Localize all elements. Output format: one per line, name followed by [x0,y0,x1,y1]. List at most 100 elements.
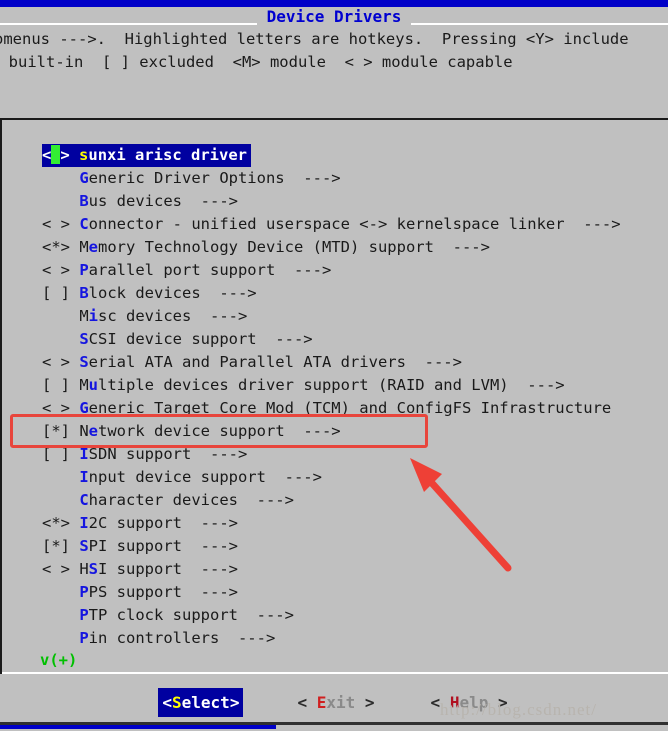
exit-button-label: xit [326,692,356,712]
help-button[interactable]: < Help > [429,689,510,716]
menu-item[interactable]: PTP clock support ---> [42,604,668,627]
menu-item[interactable]: [ ] ISDN support ---> [42,443,668,466]
menu-item-hotkey: I [79,468,89,486]
menu-item[interactable]: SCSI device support ---> [42,328,668,351]
menu-item-marker: [ ] [42,376,80,394]
menu-item-hotkey: G [79,169,89,187]
menu-item[interactable]: Pin controllers ---> [42,627,668,650]
menu-item-hotkey: i [88,307,99,325]
menu-item-label: nput device support ---> [88,468,322,486]
select-button-close: > [229,692,240,712]
menu-item-hotkey: S [79,330,89,348]
select-button-label: elect [181,692,230,712]
menu-item-label: CSI device support ---> [88,330,313,348]
help-button-label: elp [459,692,489,712]
menu-item-label: us devices ---> [88,192,238,210]
menu-item-label: in controllers ---> [88,629,276,647]
menu-item-label: eneric Driver Options ---> [88,169,341,187]
menu-item-marker [42,192,79,210]
menu-item[interactable]: < > sunxi arisc driver [42,144,251,167]
menu-item-label: erial ATA and Parallel ATA drivers ---> [88,353,462,371]
menu-item[interactable]: <*> I2C support ---> [42,512,668,535]
exit-button[interactable]: < Exit > [295,689,376,716]
menu-item-marker: [ ] [42,284,80,302]
menu-item-hotkey: P [79,583,89,601]
menu-item-hotkey: I [79,514,89,532]
menu-item-marker: [ ] [42,445,80,463]
menu-item[interactable]: [*] Network device support ---> [42,420,668,443]
menu-item-marker: [*] [42,422,80,440]
menu-item[interactable]: < > Serial ATA and Parallel ATA drivers … [42,351,668,374]
menu-item-hotkey: u [88,376,99,394]
menu-item-hotkey: s [79,146,89,164]
menu-list[interactable]: < > sunxi arisc driver Generic Driver Opt… [42,144,668,650]
menu-item-hotkey: C [79,215,89,233]
menu-item[interactable]: < > HSI support ---> [42,558,668,581]
legend-line-2: ] built-in [ ] excluded <M> module < > m… [0,53,513,71]
bottom-blue-edge [0,725,276,729]
menu-item-hotkey: e [88,422,99,440]
menu-item-hotkey: P [79,629,89,647]
button-bar: <Select> < Exit > < Help > [0,682,668,722]
menu-item-marker [42,169,79,187]
menu-item[interactable]: Input device support ---> [42,466,668,489]
menu-panel: < > sunxi arisc driver Generic Driver Opt… [0,118,668,674]
select-button-hotkey: S [172,692,182,712]
legend-line-1: omenus --->. Highlighted letters are hot… [0,30,629,48]
menu-item-marker [42,629,79,647]
exit-button-open: < [297,692,308,712]
menu-item[interactable]: Bus devices ---> [42,190,668,213]
menu-item-marker: < > [42,353,80,371]
exit-button-close: > [355,692,375,712]
menu-item[interactable]: Character devices ---> [42,489,668,512]
menu-item-label: haracter devices ---> [88,491,294,509]
menu-item-marker: < > [42,399,80,417]
menu-item[interactable]: [ ] Block devices ---> [42,282,668,305]
menu-item-marker [42,307,79,325]
menu-item-label: sc devices ---> [98,307,248,325]
menu-item-hotkey: B [79,192,89,210]
menu-item-marker: < > [42,215,80,233]
help-button-close: > [488,692,508,712]
menu-item-marker [42,468,79,486]
menu-panel-left-edge [0,118,2,674]
menu-item-label: 2C support ---> [88,514,238,532]
help-button-open: < [430,692,441,712]
menu-item[interactable]: PPS support ---> [42,581,668,604]
menu-item-label: lock devices ---> [88,284,257,302]
menu-item[interactable]: [*] SPI support ---> [42,535,668,558]
menu-item-marker [42,491,79,509]
menu-item[interactable]: < > Connector - unified userspace <-> ke… [42,213,668,236]
select-button[interactable]: <Select> [158,687,244,717]
menu-item-label: PS support ---> [88,583,238,601]
menu-item[interactable]: Generic Driver Options ---> [42,167,668,190]
help-button-space [440,693,450,712]
menu-item-hotkey: G [79,399,89,417]
menu-item-marker: <*> [42,514,80,532]
menu-item-hotkey: S [79,353,89,371]
menu-item[interactable]: <*> Memory Technology Device (MTD) suppo… [42,236,668,259]
menu-item-marker: < > [42,261,80,279]
menu-item-marker: < [42,146,52,164]
menu-item[interactable]: Misc devices ---> [42,305,668,328]
menu-item-hotkey: S [79,537,89,555]
menu-item-label: twork device support ---> [98,422,341,440]
menu-item-label: arallel port support ---> [88,261,332,279]
exit-button-space [307,693,317,712]
menu-item[interactable]: < > Generic Target Core Mod (TCM) and Co… [42,397,668,420]
menu-item-hotkey: e [88,238,99,256]
menu-item-label-pre: M [79,376,89,394]
exit-button-hotkey: E [316,692,327,712]
menu-item-hotkey: S [88,560,99,578]
menu-item-label: ltiple devices driver support (RAID and … [98,376,565,394]
page-title: Device Drivers [0,5,668,28]
scroll-down-indicator: v(+) [40,651,78,669]
menu-item-label: I support ---> [98,560,238,578]
menu-item-hotkey: C [79,491,89,509]
menu-item-label: eneric Target Core Mod (TCM) and ConfigF… [88,399,612,417]
menu-item-label: onnector - unified userspace <-> kernels… [88,215,621,233]
menu-item[interactable]: < > Parallel port support ---> [42,259,668,282]
menu-item-marker: [*] [42,537,80,555]
select-button-open: < [162,692,172,712]
menu-item[interactable]: [ ] Multiple devices driver support (RAI… [42,374,668,397]
